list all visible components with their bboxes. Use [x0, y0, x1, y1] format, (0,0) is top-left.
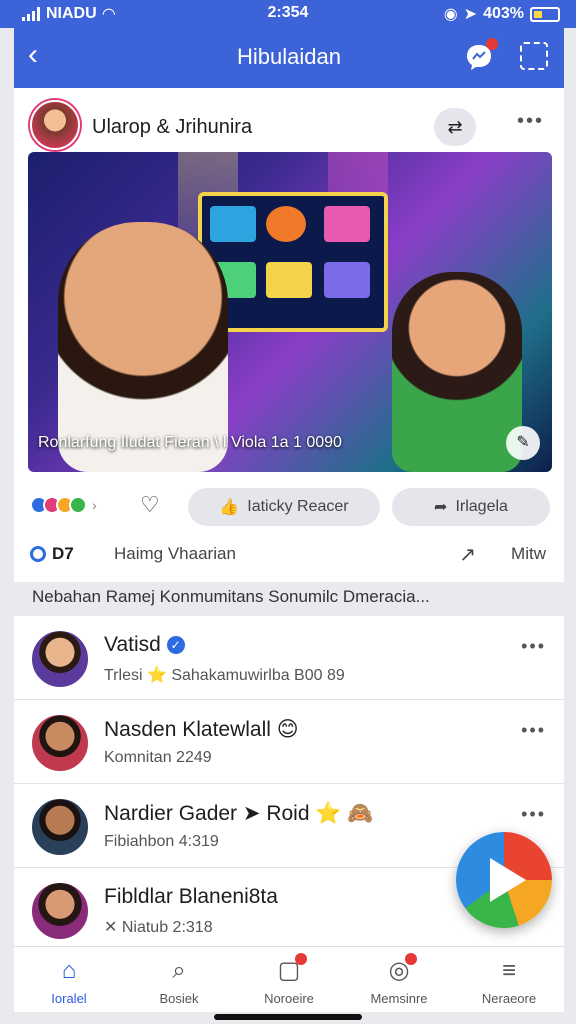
more-options-icon[interactable]: ••• — [521, 720, 546, 741]
member-name: Nardier Gader ➤ Roid ⭐ 🙈 — [104, 802, 374, 825]
post-image[interactable]: Ronlarfung Iludat Fieran \ l Viola 1a 1 … — [28, 152, 552, 472]
member-subtitle: ✕ Niatub 2:318 — [104, 919, 213, 936]
search-icon: ⌕ — [172, 957, 186, 984]
bottom-tab-bar: ⌂ Ioralel ⌕ Bosiek ▢ Noroeire ◎ Memsinre… — [14, 946, 564, 1012]
image-caption: Ronlarfung Iludat Fieran \ l Viola 1a 1 … — [38, 434, 342, 451]
notification-badge — [405, 953, 417, 965]
tab-menu[interactable]: ≡ Neraeore — [454, 947, 564, 1012]
notification-dot — [486, 38, 498, 50]
member-avatar[interactable] — [30, 629, 90, 689]
status-bar: NIADU ◠ 2:354 ◉ ➤ 403% — [0, 0, 576, 28]
post-stats: D7 Haimg Vhaarian ↗ Mitw — [30, 540, 550, 570]
member-name: Fibldlar Blaneni8ta — [104, 885, 278, 908]
like-label: Iaticky Reacer — [247, 498, 349, 515]
verified-badge-icon: ✓ — [166, 636, 185, 655]
edit-pencil-icon[interactable]: ✎ — [506, 426, 540, 460]
more-options-icon[interactable]: ••• — [521, 636, 546, 657]
like-button[interactable]: 👍 Iaticky Reacer — [188, 488, 380, 526]
post-card: Ularop & Jrihunira ⇄ ••• Ronlarfung Ilud… — [14, 88, 564, 582]
app-bar: ‹ Hibulaidan — [14, 28, 564, 88]
reaction-count[interactable]: D7 — [30, 544, 74, 564]
stats-label: Haimg Vhaarian — [114, 544, 236, 563]
forward-icon[interactable]: ↗ — [459, 542, 476, 567]
member-avatar[interactable] — [30, 713, 90, 773]
section-header: Nebahan Ramej Konmumitans Sonumilc Dmera… — [14, 582, 564, 616]
author-avatar[interactable] — [30, 100, 80, 150]
circle-icon — [30, 546, 46, 562]
tab-home[interactable]: ⌂ Ioralel — [14, 947, 124, 1012]
tab-label: Memsinre — [370, 991, 428, 1006]
notification-badge — [295, 953, 307, 965]
tab-notifications[interactable]: ▢ Noroeire — [234, 947, 344, 1012]
list-item[interactable]: Vatisd ✓ Trlesi ⭐ Sahakamuwirlba B00 89 … — [14, 616, 564, 700]
member-avatar[interactable] — [30, 881, 90, 941]
member-subtitle: Komnitan 2249 — [104, 749, 212, 766]
tab-label: Bosiek — [159, 991, 199, 1006]
more-options-icon[interactable]: ••• — [517, 110, 544, 133]
status-right: ◉ ➤ 403% — [444, 4, 560, 24]
member-subtitle: Fibiahbon 4:319 — [104, 833, 219, 850]
location-icon: ➤ — [463, 6, 478, 23]
member-name: Nasden Klatewlall 😊 — [104, 718, 299, 741]
chevron-right-icon: › — [92, 497, 97, 513]
count-value: D7 — [52, 544, 74, 563]
member-avatar[interactable] — [30, 797, 90, 857]
member-subtitle: Trlesi ⭐ Sahakamuwirlba B00 89 — [104, 667, 345, 684]
post-author[interactable]: Ularop & Jrihunira — [92, 116, 252, 139]
lock-rotation-icon: ◉ — [443, 6, 458, 23]
post-actions: › ♡ 👍 Iaticky Reacer ➦ Irlagela — [30, 488, 550, 528]
share-arrow-icon[interactable]: ⇄ — [434, 108, 476, 146]
play-fab-button[interactable] — [456, 832, 552, 928]
tab-members[interactable]: ◎ Memsinre — [344, 947, 454, 1012]
share-icon: ➦ — [434, 499, 448, 516]
tab-label: Ioralel — [51, 991, 87, 1006]
post-header: Ularop & Jrihunira ⇄ ••• — [30, 96, 552, 152]
tab-label: Noroeire — [264, 991, 314, 1006]
member-name: Vatisd — [104, 633, 161, 656]
person-figure — [392, 272, 522, 472]
list-item[interactable]: Nasden Klatewlall 😊 Komnitan 2249 ••• — [14, 700, 564, 784]
share-button[interactable]: ➦ Irlagela — [392, 488, 550, 526]
thumbs-up-icon: 👍 — [219, 499, 240, 516]
battery-percent: 403% — [483, 5, 524, 22]
home-icon: ⌂ — [61, 957, 77, 984]
menu-icon: ≡ — [501, 957, 516, 984]
comment-icon[interactable]: ♡ — [140, 492, 160, 518]
member-name-line: Vatisd ✓ — [104, 633, 185, 657]
reaction-icons[interactable]: › — [30, 496, 97, 514]
battery-icon — [530, 6, 560, 22]
tab-search[interactable]: ⌕ Bosiek — [124, 947, 234, 1012]
scan-icon[interactable] — [520, 42, 548, 70]
messenger-button[interactable] — [464, 38, 498, 72]
more-link[interactable]: Mitw — [511, 544, 546, 564]
tab-label: Neraeore — [481, 991, 537, 1006]
home-indicator — [214, 1014, 362, 1020]
share-label: Irlagela — [455, 498, 508, 515]
more-options-icon[interactable]: ••• — [521, 804, 546, 825]
